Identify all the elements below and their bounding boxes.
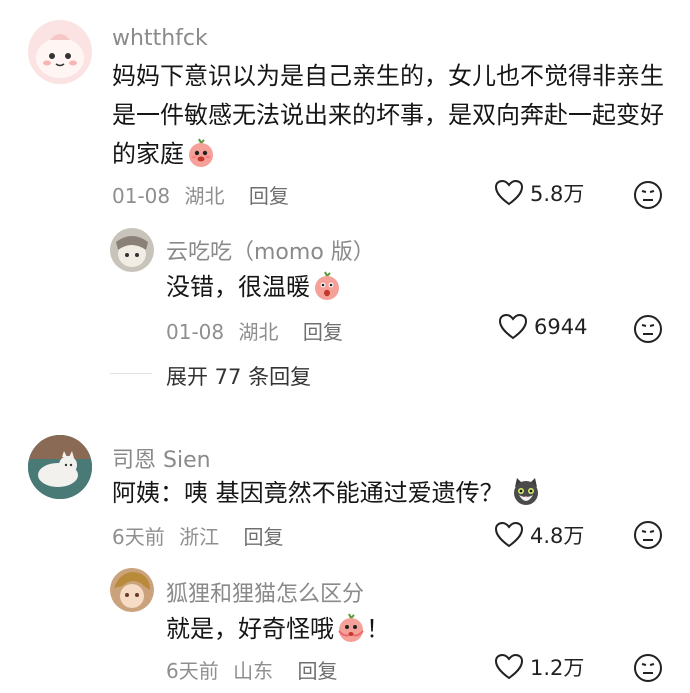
- comment-date: 6天前: [112, 525, 165, 549]
- comment-text-line: 是一件敏感无法说出来的坏事，是双向奔赴一起变好: [112, 101, 664, 129]
- comment-text: 妈妈下意识以为是自己亲生的，女儿也不觉得非亲生 是一件敏感无法说出来的坏事，是双…: [112, 57, 664, 180]
- dislike-face-icon: [633, 653, 663, 683]
- like-count: 1.2万: [530, 656, 585, 680]
- like-count: 5.8万: [530, 182, 585, 206]
- comment-text-body: 阿姨：咦 基因竟然不能通过爱遗传？: [112, 479, 504, 507]
- reply-like-button[interactable]: 1.2万: [494, 652, 584, 682]
- reply-text: 没错，很温暖: [166, 268, 342, 313]
- username[interactable]: whtthfck: [112, 26, 208, 51]
- reply-button[interactable]: 回复: [249, 184, 289, 208]
- cat-emoji: [510, 475, 542, 519]
- reply-location: 山东: [233, 659, 274, 683]
- avatar[interactable]: [28, 20, 92, 84]
- peach-emoji: [312, 271, 342, 313]
- reply-username[interactable]: 云吃吃（momo 版）: [166, 234, 375, 266]
- comment-location: 湖北: [184, 184, 225, 208]
- reply-text-body: 就是，好奇怪哦: [166, 615, 334, 643]
- reply-date: 01-08: [166, 320, 225, 344]
- reply-date: 6天前: [166, 659, 219, 683]
- dislike-face-icon: [633, 314, 663, 344]
- peach-emoji: [336, 613, 366, 655]
- expand-replies-button[interactable]: 展开 77 条回复: [166, 361, 311, 391]
- comment-meta: 6天前 浙江 回复: [112, 521, 283, 550]
- reply-location: 湖北: [238, 320, 279, 344]
- reply-avatar[interactable]: [110, 568, 154, 612]
- reply-dislike-button[interactable]: [633, 314, 663, 344]
- username[interactable]: 司恩 Sien: [112, 442, 211, 474]
- heart-icon: [498, 313, 528, 341]
- comment-text-line: 的家庭: [112, 135, 664, 180]
- comment-text-tail: 的家庭: [112, 140, 184, 168]
- heart-icon: [494, 653, 524, 681]
- reply-text-body: 没错，很温暖: [166, 273, 310, 301]
- comment-date: 01-08: [112, 184, 171, 208]
- comment-meta: 01-08 湖北 回复: [112, 180, 289, 209]
- comment-text: 阿姨：咦 基因竟然不能通过爱遗传？: [112, 474, 542, 519]
- reply-dislike-button[interactable]: [633, 653, 663, 683]
- reply-avatar[interactable]: [110, 228, 154, 272]
- dislike-face-icon: [633, 180, 663, 210]
- like-count: 4.8万: [530, 524, 585, 548]
- reply-button[interactable]: 回复: [243, 525, 283, 549]
- reply-text: 就是，好奇怪哦 ！: [166, 610, 390, 655]
- reply-like-button[interactable]: 6944: [498, 313, 587, 341]
- comment-text-line: 妈妈下意识以为是自己亲生的，女儿也不觉得非亲生: [112, 62, 664, 90]
- avatar[interactable]: [28, 435, 92, 499]
- like-button[interactable]: 4.8万: [494, 520, 584, 550]
- dislike-button[interactable]: [633, 520, 663, 550]
- heart-icon: [494, 521, 524, 549]
- dislike-button[interactable]: [633, 180, 663, 210]
- comment-location: 浙江: [179, 525, 220, 549]
- expand-divider: [110, 373, 152, 374]
- reply-text-suffix: ！: [366, 615, 390, 643]
- reply-meta: 01-08 湖北 回复: [166, 316, 343, 345]
- reply-meta: 6天前 山东 回复: [166, 655, 337, 684]
- like-count: 6944: [534, 315, 588, 339]
- dislike-face-icon: [633, 520, 663, 550]
- heart-icon: [494, 179, 524, 207]
- peach-emoji: [186, 138, 216, 180]
- reply-username[interactable]: 狐狸和狸猫怎么区分: [166, 576, 364, 608]
- like-button[interactable]: 5.8万: [494, 178, 584, 208]
- reply-button[interactable]: 回复: [297, 659, 337, 683]
- reply-button[interactable]: 回复: [303, 320, 343, 344]
